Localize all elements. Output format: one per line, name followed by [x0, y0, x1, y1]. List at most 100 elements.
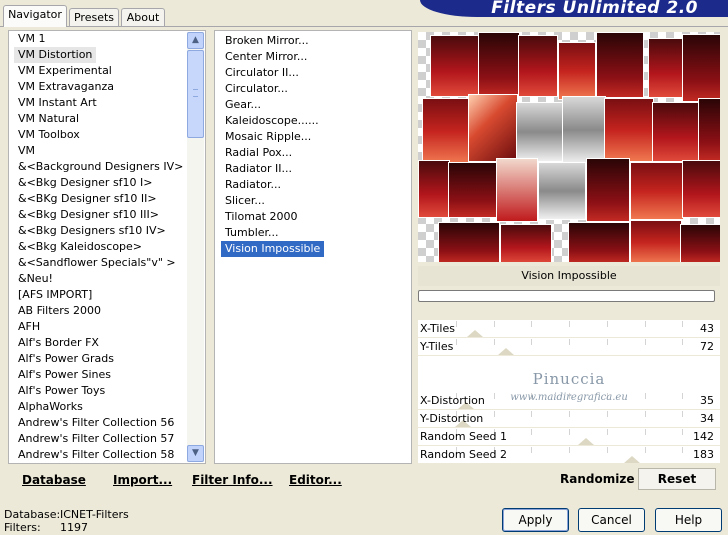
filter-item[interactable]: Kaleidoscope...... [221, 113, 323, 129]
tab-about[interactable]: About [121, 8, 165, 26]
param-row[interactable]: X-Tiles 43 [418, 320, 720, 337]
category-item[interactable]: &<Bkg Designer sf10 I> [14, 175, 157, 191]
category-item[interactable]: VM Experimental [14, 63, 116, 79]
reset-button[interactable]: Reset [638, 468, 716, 490]
param-row[interactable]: Y-Tiles 72 [418, 338, 720, 355]
import-button[interactable]: Import... [113, 472, 172, 488]
filter-item[interactable]: Circulator II... [221, 65, 303, 81]
status-filters-label: Filters: [4, 521, 41, 534]
watermark-name: Pinuccia [532, 370, 606, 388]
category-item[interactable]: VM [14, 143, 39, 159]
slider-tick [531, 339, 532, 345]
filter-item[interactable]: Mosaic Ripple... [221, 129, 315, 145]
filter-item[interactable]: Broken Mirror... [221, 33, 313, 49]
preview-filter-name: Vision Impossible [418, 266, 720, 286]
param-row[interactable]: Y-Distortion 34 [418, 410, 720, 427]
category-item[interactable]: &Neu! [14, 271, 57, 287]
filter-item[interactable]: Radial Pox... [221, 145, 296, 161]
category-item[interactable]: &<Background Designers IV> [14, 159, 187, 175]
slider-tick [531, 447, 532, 453]
slider-tick [456, 321, 457, 327]
category-list[interactable]: VM 1 VM Distortion VM Experimental VM Extra… [8, 30, 206, 464]
filter-item[interactable]: Gear... [221, 97, 265, 113]
filter-preview[interactable] [418, 32, 720, 262]
param-slider[interactable] [418, 320, 720, 337]
slider-tick [645, 321, 646, 327]
scroll-down-button[interactable]: ▼ [187, 445, 204, 462]
slider-tick [645, 339, 646, 345]
slider-thumb[interactable] [624, 456, 640, 463]
slider-tick [607, 429, 608, 435]
slider-tick [682, 411, 683, 417]
preview-tile [438, 222, 500, 262]
category-item[interactable]: AB Filters 2000 [14, 303, 105, 319]
category-item[interactable]: VM Natural [14, 111, 83, 127]
preview-tile [422, 98, 470, 164]
filter-item[interactable]: Tumbler... [221, 225, 283, 241]
slider-tick [494, 321, 495, 327]
slider-thumb[interactable] [578, 438, 594, 445]
category-item[interactable]: Andrew's Filter Collection 56 [14, 415, 178, 431]
param-label: Y-Distortion [420, 412, 484, 425]
slider-thumb[interactable] [498, 348, 514, 355]
filter-item[interactable]: Slicer... [221, 193, 269, 209]
preview-tile [568, 222, 630, 262]
right-toolbar: Randomize Reset [418, 465, 720, 493]
category-item[interactable]: VM 1 [14, 31, 50, 47]
filter-info-button[interactable]: Filter Info... [192, 472, 273, 488]
scroll-grip-icon [193, 89, 198, 97]
tab-presets[interactable]: Presets [69, 8, 119, 26]
slider-tick [607, 321, 608, 327]
preview-tile [496, 158, 538, 222]
category-item[interactable]: Alf's Power Toys [14, 383, 109, 399]
filter-list[interactable]: Broken Mirror... Center Mirror... Circulat… [214, 30, 412, 464]
preview-tile [538, 162, 586, 220]
filter-item[interactable]: Center Mirror... [221, 49, 311, 65]
watermark-url: www.maidiregrafica.eu [510, 392, 628, 403]
category-item[interactable]: [AFS IMPORT] [14, 287, 96, 303]
category-item[interactable]: VM Extravaganza [14, 79, 118, 95]
filter-item[interactable]: Vision Impossible [221, 241, 325, 257]
category-item[interactable]: &<Sandflower Specials"v" > [14, 255, 180, 271]
apply-button[interactable]: Apply [502, 508, 569, 532]
tab-navigator[interactable]: Navigator [3, 5, 67, 27]
cancel-button[interactable]: Cancel [578, 508, 645, 532]
help-button[interactable]: Help [655, 508, 722, 532]
category-item[interactable]: &<Bkg Kaleidoscope> [14, 239, 146, 255]
category-item[interactable]: VM Instant Art [14, 95, 101, 111]
preview-tile [648, 38, 684, 98]
status-database-value: ICNET-Filters [60, 508, 129, 521]
category-item[interactable]: VM Distortion [14, 47, 97, 63]
app-title: Filters Unlimited 2.0 [420, 0, 728, 17]
category-item[interactable]: Alf's Power Sines [14, 367, 115, 383]
category-item[interactable]: Andrew's Filter Collection 58 [14, 447, 178, 463]
category-item[interactable]: Alf's Border FX [14, 335, 103, 351]
param-row[interactable]: Random Seed 1 142 [418, 428, 720, 445]
category-item[interactable]: &<Bkg Designers sf10 IV> [14, 223, 170, 239]
filter-item[interactable]: Circulator... [221, 81, 292, 97]
category-item[interactable]: AlphaWorks [14, 399, 87, 415]
slider-tick [569, 411, 570, 417]
scroll-thumb[interactable] [187, 50, 204, 138]
category-scrollbar[interactable]: ▲ ▼ [187, 32, 204, 462]
filter-item[interactable]: Tilomat 2000 [221, 209, 301, 225]
param-row[interactable]: Random Seed 2 183 [418, 446, 720, 463]
editor-button[interactable]: Editor... [289, 472, 342, 488]
param-slider[interactable] [418, 338, 720, 355]
category-item[interactable]: &<Bkg Designer sf10 III> [14, 207, 163, 223]
category-item[interactable]: AFH [14, 319, 44, 335]
database-button[interactable]: Database [22, 472, 86, 488]
category-item[interactable]: Andrew's Filter Collection 57 [14, 431, 178, 447]
category-item[interactable]: &<BKg Designer sf10 II> [14, 191, 161, 207]
filter-item[interactable]: Radiator II... [221, 161, 296, 177]
randomize-button[interactable]: Randomize [560, 472, 634, 486]
slider-tick [569, 339, 570, 345]
scroll-up-button[interactable]: ▲ [187, 32, 204, 49]
left-toolbar: Database Import... Filter Info... Editor… [8, 465, 412, 493]
category-item[interactable]: VM Toolbox [14, 127, 84, 143]
slider-tick [682, 321, 683, 327]
category-item[interactable]: Alf's Power Grads [14, 351, 118, 367]
slider-thumb[interactable] [467, 330, 483, 337]
param-label: Y-Tiles [420, 340, 454, 353]
filter-item[interactable]: Radiator... [221, 177, 285, 193]
